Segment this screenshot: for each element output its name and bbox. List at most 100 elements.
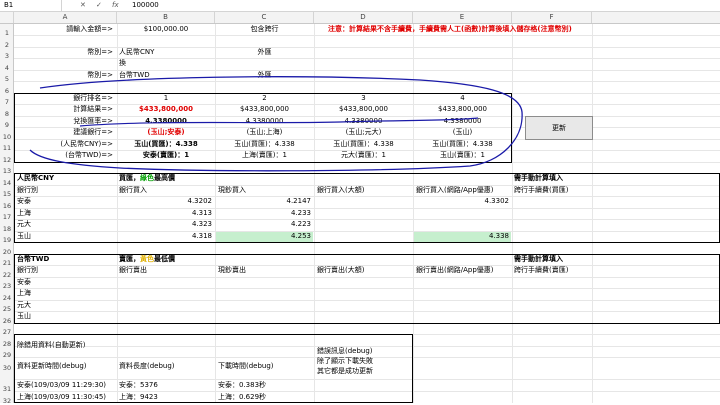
select-all-corner[interactable] <box>0 12 14 23</box>
cny-cell[interactable]: 4.2147 <box>215 196 312 207</box>
debug-error-2: 除了顯示下載失敗 <box>317 357 373 365</box>
row-num[interactable]: 8 <box>0 110 14 118</box>
twd-header-1: 銀行賣出 <box>119 266 147 274</box>
cny-cell[interactable]: 4.313 <box>117 208 212 219</box>
row-num[interactable]: 27 <box>0 328 14 336</box>
row-num[interactable]: 23 <box>0 282 14 290</box>
row-header: 1 2 3 4 5 6 7 8 9 10 11 12 13 14 15 16 1… <box>0 24 14 405</box>
cny-bank-name: 上海 <box>17 209 31 217</box>
row-num[interactable]: 24 <box>0 294 14 302</box>
fx-icon[interactable]: fx <box>112 0 119 11</box>
cny-cell[interactable]: 4.233 <box>215 208 311 219</box>
twd-4: 玉山(賣匯)：1 <box>440 151 485 159</box>
col-header-d[interactable]: D <box>314 12 413 23</box>
row-num[interactable]: 7 <box>0 98 14 106</box>
currency1-value[interactable]: 人民幣CNY <box>119 47 154 58</box>
row-num[interactable]: 3 <box>0 52 14 60</box>
col-header-a[interactable]: A <box>14 12 117 23</box>
col-header-b[interactable]: B <box>117 12 215 23</box>
currency2-label: 幣別=> <box>87 71 113 79</box>
bank-3: (玉山;元大) <box>345 128 382 136</box>
result-1: $433,800,000 <box>138 105 194 113</box>
twd-3: 元大(賣匯)：1 <box>341 151 386 159</box>
formula-bar: B1 ✕ ✓ fx 100000 <box>0 0 720 12</box>
row-num[interactable]: 20 <box>0 248 14 256</box>
debug-cell: 安泰(109/03/09 11:29:30) <box>17 381 107 389</box>
bank-2: (玉山;上海) <box>246 128 283 136</box>
row-num[interactable]: 11 <box>0 144 14 152</box>
cny-cell[interactable]: 4.318 <box>117 231 212 242</box>
row-num[interactable]: 25 <box>0 305 14 313</box>
sheet-grid[interactable]: 請輸入金額=> $100,000.00 包含跨行 注意：計算結果不含手續費，手續… <box>14 24 720 403</box>
row-num[interactable]: 10 <box>0 133 14 141</box>
row-num[interactable]: 21 <box>0 259 14 267</box>
cny-header-4: 銀行買入(網路/App優惠) <box>416 186 494 194</box>
cny-label: (人民幣CNY)=> <box>60 140 113 148</box>
row-num[interactable]: 26 <box>0 317 14 325</box>
row-num[interactable]: 31 <box>0 385 14 393</box>
rank-1: 1 <box>163 94 169 102</box>
result-3: $433,800,000 <box>339 105 388 113</box>
row-num[interactable]: 30 <box>0 364 14 372</box>
fee-note: 包含跨行 <box>250 25 279 33</box>
cny-manual: 需手動計算填入 <box>514 174 563 182</box>
rate-2: 4.3380000 <box>245 117 284 125</box>
twd-1: 安泰(賣匯)：1 <box>142 151 190 159</box>
rank-label: 銀行排名=> <box>73 94 113 102</box>
refresh-button[interactable]: 更新 <box>525 116 593 140</box>
enter-icon[interactable]: ✓ <box>96 0 102 11</box>
col-header-f[interactable]: F <box>512 12 592 23</box>
row-num[interactable]: 9 <box>0 121 14 129</box>
row-num[interactable]: 29 <box>0 351 14 359</box>
amount-value[interactable]: $100,000.00 <box>117 24 215 35</box>
cny-cell[interactable]: 4.3302 <box>413 196 510 207</box>
bank-1: (玉山;安泰) <box>147 128 185 136</box>
row-num[interactable]: 13 <box>0 167 14 175</box>
name-box[interactable]: B1 <box>0 0 62 11</box>
currency2-type[interactable]: 外匯 <box>215 70 314 81</box>
cny-cell[interactable]: 4.323 <box>117 219 212 230</box>
currency2-value[interactable]: 台幣TWD <box>119 70 150 81</box>
twd-bank-name: 玉山 <box>17 312 31 320</box>
cny-bank-name: 安泰 <box>17 197 31 205</box>
cny-cell[interactable]: 4.3202 <box>117 196 213 207</box>
debug-cell: 安泰：5376 <box>119 381 158 389</box>
cny-bank-name: 元大 <box>17 220 31 228</box>
currency1-type[interactable]: 外匯 <box>215 47 314 58</box>
cancel-icon[interactable]: ✕ <box>80 0 86 11</box>
debug-header-1: 資料更新時間(debug) <box>17 362 87 370</box>
row-num[interactable]: 4 <box>0 64 14 72</box>
twd-bank-name: 元大 <box>17 301 31 309</box>
row-num[interactable]: 14 <box>0 179 14 187</box>
col-header-e[interactable]: E <box>413 12 512 23</box>
row-num[interactable]: 28 <box>0 340 14 348</box>
row-num[interactable]: 16 <box>0 202 14 210</box>
col-header-c[interactable]: C <box>215 12 314 23</box>
cny-bank-name: 玉山 <box>17 232 31 240</box>
cny-2: 玉山(買匯)：4.338 <box>234 140 295 148</box>
cny-header-1: 銀行買入 <box>119 186 147 194</box>
cny-subtitle-c: 最高價 <box>154 174 175 182</box>
row-num[interactable]: 2 <box>0 41 14 49</box>
row-num[interactable]: 1 <box>0 29 14 37</box>
result-label: 計算結果=> <box>73 105 113 113</box>
debug-error-3: 其它都是成功更新 <box>317 367 373 375</box>
amount-label: 請輸入金額=> <box>66 25 113 33</box>
row-num[interactable]: 15 <box>0 190 14 198</box>
row-num[interactable]: 12 <box>0 156 14 164</box>
row-num[interactable]: 17 <box>0 213 14 221</box>
formula-input[interactable]: 100000 <box>130 0 159 11</box>
result-4: $433,800,000 <box>438 105 487 113</box>
cny-cell[interactable]: 4.223 <box>215 219 311 230</box>
row-num[interactable]: 22 <box>0 271 14 279</box>
cny-header-5: 跨行手續費(買匯) <box>514 186 569 194</box>
cny-cell[interactable]: 4.338 <box>413 231 509 242</box>
row-num[interactable]: 18 <box>0 225 14 233</box>
row-num[interactable]: 19 <box>0 236 14 244</box>
cny-cell[interactable]: 4.253 <box>215 231 311 242</box>
row-num[interactable]: 5 <box>0 75 14 83</box>
twd-subtitle-c: 最低價 <box>154 255 175 263</box>
row-num[interactable]: 32 <box>0 397 14 405</box>
grid-line <box>14 81 720 82</box>
row-num[interactable]: 6 <box>0 87 14 95</box>
